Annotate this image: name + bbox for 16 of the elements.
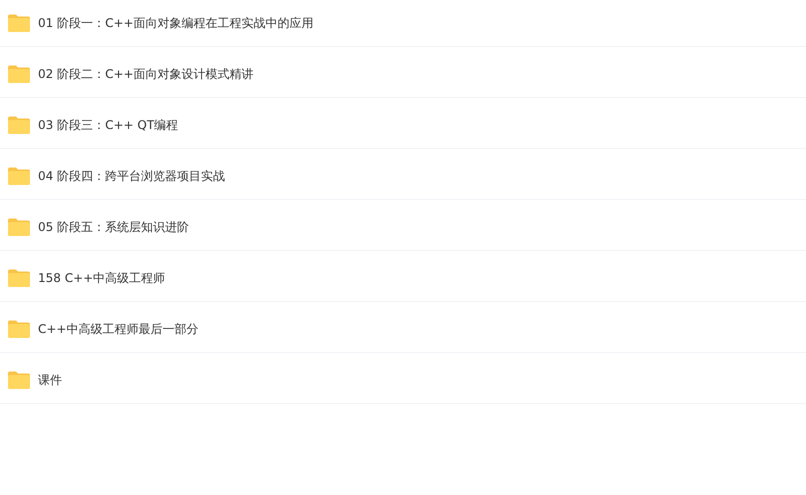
folder-icon	[7, 13, 31, 33]
folder-item[interactable]: 03 阶段三：C++ QT编程	[0, 102, 806, 149]
folder-item[interactable]: 课件	[0, 357, 806, 404]
folder-item[interactable]: 01 阶段一：C++面向对象编程在工程实战中的应用	[0, 0, 806, 47]
folder-item[interactable]: 05 阶段五：系统层知识进阶	[0, 204, 806, 251]
folder-icon	[7, 115, 31, 135]
folder-item[interactable]: C++中高级工程师最后一部分	[0, 306, 806, 353]
folder-icon	[7, 319, 31, 339]
folder-icon	[7, 217, 31, 237]
folder-icon	[7, 64, 31, 84]
folder-item[interactable]: 04 阶段四：跨平台浏览器项目实战	[0, 153, 806, 200]
folder-icon	[7, 370, 31, 390]
folder-item[interactable]: 02 阶段二：C++面向对象设计模式精讲	[0, 51, 806, 98]
folder-icon	[7, 166, 31, 186]
folder-item[interactable]: 158 C++中高级工程师	[0, 255, 806, 302]
folder-icon	[7, 268, 31, 288]
